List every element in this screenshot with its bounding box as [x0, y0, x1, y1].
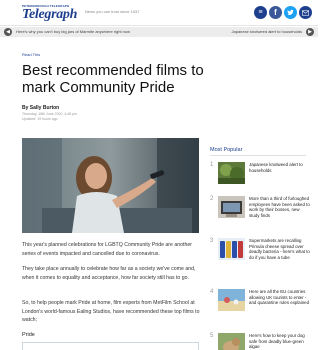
ticker-item-right[interactable]: Japanese knotweed alert to households: [232, 29, 303, 35]
most-popular-thumbnail[interactable]: [218, 289, 245, 311]
site-header: PETERBOROUGH TELEGRAPH Telegraph News yo…: [0, 0, 318, 26]
most-popular-rank: 3: [210, 238, 214, 244]
most-popular-thumbnail[interactable]: [218, 238, 245, 260]
site-logo[interactable]: PETERBOROUGH TELEGRAPH Telegraph: [22, 4, 78, 22]
site-tagline: News you can trust since 1937: [85, 9, 140, 14]
most-popular-rank: 4: [210, 289, 214, 295]
most-popular-rank: 1: [210, 162, 214, 168]
most-popular-headline[interactable]: Japanese knotweed alert to households: [249, 162, 311, 173]
most-popular-divider: [210, 155, 306, 156]
ticker-prev-icon[interactable]: ◀: [4, 28, 12, 36]
article-headline: Best recommended films to mark Community…: [22, 62, 204, 96]
mail-icon[interactable]: [299, 6, 312, 19]
most-popular-thumbnail[interactable]: [218, 162, 245, 184]
most-popular-rank: 2: [210, 196, 214, 202]
most-popular-item[interactable]: 4 Here are all the EU countries allowing…: [210, 289, 310, 319]
facebook-icon[interactable]: f: [269, 6, 282, 19]
most-popular-rank: 5: [210, 333, 214, 339]
logo-main-text: Telegraph: [22, 7, 78, 22]
most-popular-headline[interactable]: Here are all the EU countries allowing U…: [249, 289, 311, 306]
twitter-icon[interactable]: [284, 6, 297, 19]
most-popular-item[interactable]: 1 Japanese knotweed alert to households: [210, 162, 310, 192]
most-popular-thumbnail[interactable]: [218, 333, 245, 350]
most-popular-headline[interactable]: Here's how to keep your dog safe from de…: [249, 333, 311, 350]
most-popular-headline[interactable]: Supermarkets are recalling Primula chees…: [249, 238, 311, 260]
most-popular-item[interactable]: 5 Here's how to keep your dog safe from …: [210, 333, 310, 350]
article-paragraph: So, to help people mark Pride at home, f…: [22, 300, 200, 323]
article-byline[interactable]: By Sally Burton: [22, 105, 59, 111]
article-updated-date: Updated: 19 hours ago: [22, 117, 58, 121]
most-popular-thumbnail[interactable]: [218, 196, 245, 218]
section-link[interactable]: Read This: [22, 52, 40, 57]
article-paragraph: This year's planned celebrations for LGB…: [22, 242, 192, 257]
most-popular-headline[interactable]: More than a third of furloughed employee…: [249, 196, 311, 218]
article-hero-image: [22, 138, 199, 233]
article-paragraph: They take place annually to celebrate ho…: [22, 266, 196, 281]
ticker-next-icon[interactable]: ▶: [306, 28, 314, 36]
embedded-media-frame: [22, 342, 199, 350]
news-ticker: ◀ Here's why you can't buy big jars of M…: [0, 27, 318, 37]
hamburger-menu-icon[interactable]: ≡: [254, 6, 267, 19]
most-popular-item[interactable]: 3 Supermarkets are recalling Primula che…: [210, 238, 310, 268]
article-subheading: Pride: [22, 332, 35, 338]
most-popular-title: Most Popular: [210, 147, 243, 153]
most-popular-item[interactable]: 2 More than a third of furloughed employ…: [210, 196, 310, 226]
ticker-item-left[interactable]: Here's why you can't buy big jars of Mar…: [16, 29, 130, 35]
